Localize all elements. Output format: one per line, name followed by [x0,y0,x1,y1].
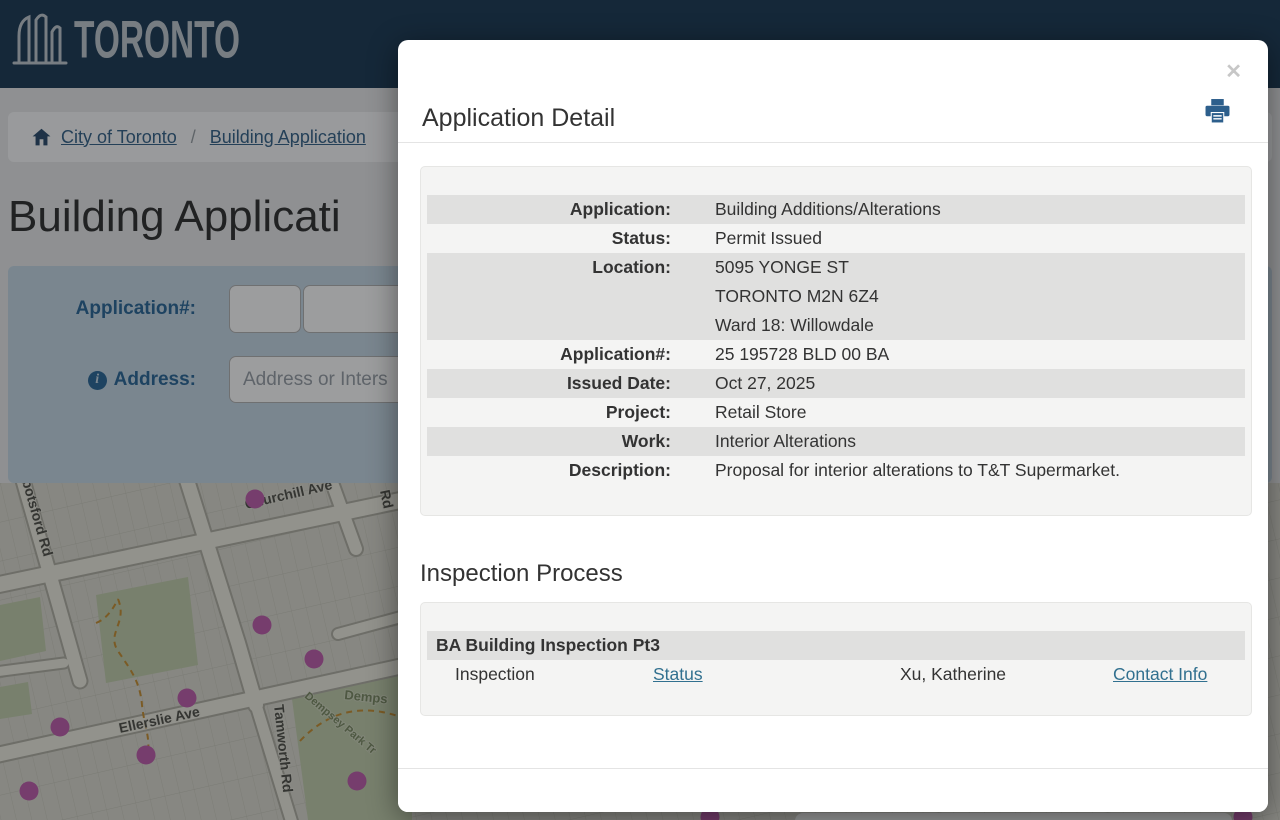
detail-row: Project:Retail Store [427,398,1245,427]
inspector-name: Xu, Katherine [900,660,1113,689]
modal-title: Application Detail [422,104,615,133]
detail-row: Description:Proposal for interior altera… [427,456,1245,485]
detail-label: Work: [427,427,693,456]
detail-value: Retail Store [693,398,1245,427]
detail-value: 5095 YONGE STTORONTO M2N 6Z4Ward 18: Wil… [693,253,1245,340]
status-link[interactable]: Status [653,664,703,684]
detail-label: Description: [427,456,693,485]
close-icon[interactable]: ✕ [1225,62,1242,82]
inspection-process-heading: Inspection Process [420,560,1252,588]
inspection-panel: BA Building Inspection Pt3 Inspection St… [420,602,1252,716]
detail-label: Application#: [427,340,693,369]
detail-label: Status: [427,224,693,253]
inspection-type: Inspection [455,660,653,689]
detail-row: Status:Permit Issued [427,224,1245,253]
detail-label: Issued Date: [427,369,693,398]
inspection-group-title: BA Building Inspection Pt3 [427,631,1245,660]
detail-row: Location:5095 YONGE STTORONTO M2N 6Z4War… [427,253,1245,340]
contact-info-link[interactable]: Contact Info [1113,664,1207,684]
modal-header: Application Detail ✕ [398,40,1268,143]
modal-footer [398,768,1268,812]
application-detail-modal: Application Detail ✕ Application:Buildin… [398,40,1268,812]
detail-value: Oct 27, 2025 [693,369,1245,398]
detail-value: Interior Alterations [693,427,1245,456]
detail-row: Work:Interior Alterations [427,427,1245,456]
detail-row: Issued Date:Oct 27, 2025 [427,369,1245,398]
detail-label: Project: [427,398,693,427]
detail-value: Permit Issued [693,224,1245,253]
application-detail-panel: Application:Building Additions/Alteratio… [420,166,1252,516]
detail-row: Application#:25 195728 BLD 00 BA [427,340,1245,369]
modal-body: Application:Building Additions/Alteratio… [398,143,1268,716]
detail-value: Building Additions/Alterations [693,195,1245,224]
detail-value: Proposal for interior alterations to T&T… [693,456,1245,485]
page: TORONTO City of Toronto / Building Appli… [0,0,1280,820]
print-icon[interactable] [1205,99,1230,126]
detail-label: Location: [427,253,693,340]
detail-value: 25 195728 BLD 00 BA [693,340,1245,369]
detail-row: Application:Building Additions/Alteratio… [427,195,1245,224]
inspection-row: Inspection Status Xu, Katherine Contact … [427,660,1245,689]
detail-label: Application: [427,195,693,224]
